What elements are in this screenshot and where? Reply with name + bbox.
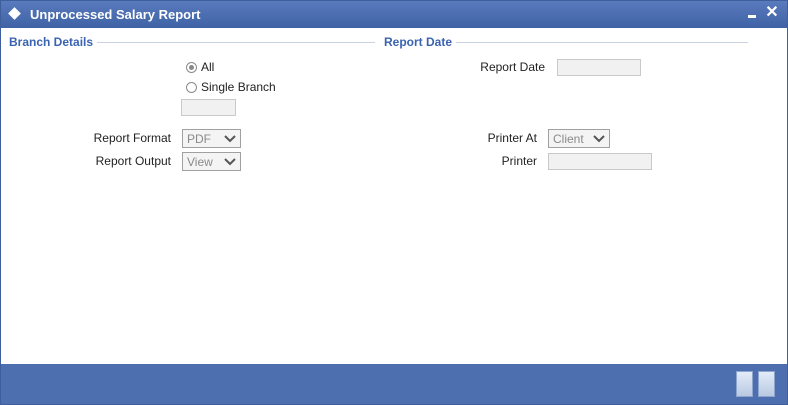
report-date-label: Report Date (480, 60, 545, 74)
printer-input[interactable] (548, 153, 652, 170)
single-branch-radio-label: Single Branch (201, 80, 276, 94)
footer-button-right[interactable] (758, 371, 775, 397)
chevron-down-icon (224, 158, 236, 166)
printer-at-select[interactable]: Client (548, 129, 610, 148)
report-window: Unprocessed Salary Report ✕ Branch Detai… (0, 0, 788, 405)
report-output-select[interactable]: View (182, 152, 241, 171)
printer-at-value: Client (553, 132, 584, 146)
all-radio-label: All (201, 60, 215, 74)
report-date-header: Report Date (384, 35, 453, 49)
report-format-label: Report Format (93, 131, 171, 145)
printer-label: Printer (501, 154, 537, 168)
all-radio[interactable] (186, 62, 197, 73)
diamond-icon (8, 7, 21, 20)
title-bar: Unprocessed Salary Report ✕ (1, 1, 787, 28)
report-date-input[interactable] (557, 59, 641, 76)
report-format-value: PDF (187, 132, 211, 146)
footer-button-left[interactable] (736, 371, 753, 397)
branch-details-header: Branch Details (9, 35, 94, 49)
chevron-down-icon (593, 135, 605, 143)
report-output-label: Report Output (95, 154, 171, 168)
report-format-select[interactable]: PDF (182, 129, 241, 148)
footer-bar (1, 364, 787, 404)
printer-at-label: Printer At (487, 131, 537, 145)
branch-code-input[interactable] (181, 99, 236, 116)
minimize-button[interactable] (744, 5, 760, 21)
report-date-divider (456, 42, 748, 43)
report-output-value: View (187, 155, 213, 169)
close-button[interactable]: ✕ (764, 5, 780, 21)
window-title: Unprocessed Salary Report (30, 7, 201, 22)
branch-details-divider (97, 42, 375, 43)
single-branch-radio[interactable] (186, 82, 197, 93)
chevron-down-icon (224, 135, 236, 143)
